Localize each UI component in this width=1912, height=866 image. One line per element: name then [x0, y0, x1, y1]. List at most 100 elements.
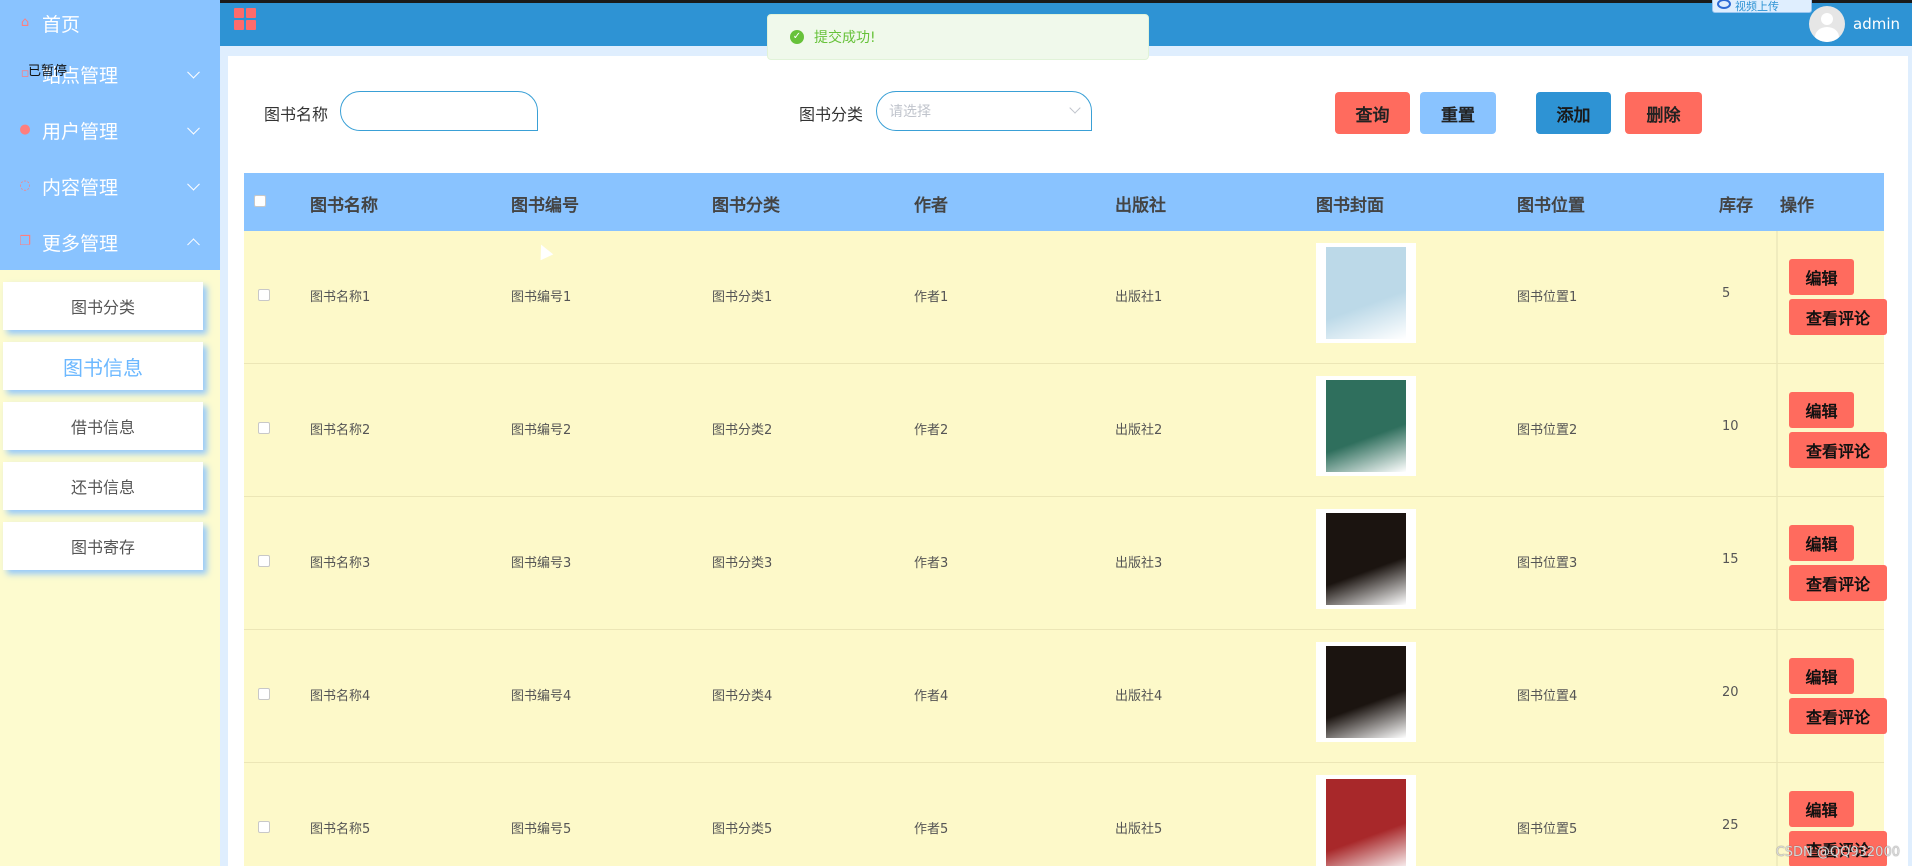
- home-icon: ⌂: [20, 15, 30, 30]
- sidebar-item-label: 首页: [42, 13, 81, 36]
- submenu-item-book-storage[interactable]: 图书寄存: [3, 522, 203, 570]
- book-cover-image: [1316, 642, 1416, 742]
- menu-grid-icon[interactable]: [234, 8, 256, 30]
- cell-location: 图书位置4: [1517, 689, 1578, 704]
- table-body: 图书名称1 图书编号1 图书分类1 作者1 出版社1 图书位置1 5 编辑 查看评论 图书名称2 图…: [244, 231, 1887, 866]
- cell-stock: 5: [1722, 286, 1731, 301]
- reset-button[interactable]: 重置: [1420, 92, 1496, 134]
- main-content: 图书名称 图书分类 请选择 查询 重置 添加 删除 图书名称 图书编号 图书分类…: [220, 46, 1912, 866]
- edit-button[interactable]: 编辑: [1789, 525, 1854, 561]
- cell-location: 图书位置1: [1517, 290, 1578, 305]
- cell-author: 作者4: [914, 689, 949, 704]
- copy-icon: ❐: [19, 234, 31, 249]
- book-cover-image: [1316, 509, 1416, 609]
- cell-publisher: 出版社3: [1115, 556, 1163, 571]
- table-header: 图书名称 图书编号 图书分类 作者 出版社 图书封面 图书位置 库存 操作: [244, 173, 1884, 231]
- upload-icon: [1717, 0, 1731, 9]
- cell-book-code: 图书编号1: [511, 290, 572, 305]
- cell-stock: 25: [1722, 818, 1739, 833]
- select-all-checkbox[interactable]: [254, 195, 266, 207]
- book-cover-image: [1316, 376, 1416, 476]
- username: admin: [1853, 15, 1900, 33]
- column-header: 图书位置: [1517, 196, 1585, 216]
- table-row: 图书名称2 图书编号2 图书分类2 作者2 出版社2 图书位置2 10 编辑 查看评论: [244, 364, 1887, 497]
- cell-book-name: 图书名称4: [310, 689, 371, 704]
- cell-stock: 15: [1722, 552, 1739, 567]
- cell-publisher: 出版社4: [1115, 689, 1163, 704]
- cell-book-category: 图书分类1: [712, 290, 773, 305]
- book-cover-art: [1326, 247, 1406, 339]
- query-button[interactable]: 查询: [1335, 92, 1410, 134]
- column-header: 操作: [1780, 196, 1814, 216]
- view-reviews-button[interactable]: 查看评论: [1789, 432, 1887, 468]
- book-cover-art: [1326, 779, 1406, 866]
- cell-book-code: 图书编号3: [511, 556, 572, 571]
- view-reviews-button[interactable]: 查看评论: [1789, 565, 1887, 601]
- user-icon: ●: [19, 122, 31, 137]
- edit-button[interactable]: 编辑: [1789, 658, 1854, 694]
- edit-button[interactable]: 编辑: [1789, 392, 1854, 428]
- submenu-item-return-info[interactable]: 还书信息: [3, 462, 203, 510]
- cell-location: 图书位置5: [1517, 822, 1578, 837]
- cell-book-category: 图书分类3: [712, 556, 773, 571]
- column-header: 图书编号: [511, 196, 579, 216]
- success-toast: ✓ 提交成功!: [767, 14, 1149, 60]
- sidebar-menu: ⌂ 首页 ▫ 站点管理 ● 用户管理 ◌ 内容管理 ❐ 更多管理: [0, 0, 220, 270]
- submenu-item-book-category[interactable]: 图书分类: [3, 282, 203, 330]
- view-reviews-button[interactable]: 查看评论: [1789, 698, 1887, 734]
- table-row: 图书名称3 图书编号3 图书分类3 作者3 出版社3 图书位置3 15 编辑 查看评论: [244, 497, 1887, 630]
- row-checkbox[interactable]: [258, 289, 270, 301]
- view-reviews-button[interactable]: 查看评论: [1789, 299, 1887, 335]
- submenu-item-book-info[interactable]: 图书信息: [3, 342, 203, 390]
- chevron-down-icon: [187, 121, 200, 135]
- cell-author: 作者2: [914, 423, 949, 438]
- cell-publisher: 出版社1: [1115, 290, 1163, 305]
- sidebar-item-label: 更多管理: [42, 232, 119, 255]
- column-header: 出版社: [1115, 196, 1166, 216]
- book-category-select[interactable]: 请选择: [876, 91, 1092, 131]
- cell-book-code: 图书编号4: [511, 689, 572, 704]
- sidebar-item-more[interactable]: ❐ 更多管理: [0, 214, 220, 270]
- book-cover-art: [1326, 380, 1406, 472]
- cell-author: 作者5: [914, 822, 949, 837]
- chevron-down-icon: [1069, 102, 1081, 114]
- column-header: 图书名称: [310, 196, 378, 216]
- cell-publisher: 出版社2: [1115, 423, 1163, 438]
- books-table: 图书名称 图书编号 图书分类 作者 出版社 图书封面 图书位置 库存 操作 图书…: [244, 173, 1887, 866]
- user-menu[interactable]: admin: [1809, 6, 1900, 42]
- column-divider: [1776, 497, 1778, 629]
- book-name-input[interactable]: [340, 91, 538, 131]
- row-checkbox[interactable]: [258, 555, 270, 567]
- delete-button[interactable]: 删除: [1625, 92, 1702, 134]
- search-bar: 图书名称 图书分类 请选择 查询 重置 添加 删除: [228, 56, 1908, 166]
- sidebar: ⌂ 首页 ▫ 站点管理 ● 用户管理 ◌ 内容管理 ❐ 更多管理 已暂停 图书分…: [0, 0, 220, 866]
- cell-author: 作者1: [914, 290, 949, 305]
- edit-button[interactable]: 编辑: [1789, 259, 1854, 295]
- sidebar-item-home[interactable]: ⌂ 首页: [0, 0, 220, 46]
- content-panel: 图书名称 图书分类 请选择 查询 重置 添加 删除 图书名称 图书编号 图书分类…: [228, 56, 1908, 866]
- submenu-item-borrow-info[interactable]: 借书信息: [3, 402, 203, 450]
- cell-book-name: 图书名称2: [310, 423, 371, 438]
- cell-location: 图书位置3: [1517, 556, 1578, 571]
- table-row: 图书名称1 图书编号1 图书分类1 作者1 出版社1 图书位置1 5 编辑 查看评论: [244, 231, 1887, 364]
- cell-book-name: 图书名称5: [310, 822, 371, 837]
- row-checkbox[interactable]: [258, 821, 270, 833]
- table-row: 图书名称5 图书编号5 图书分类5 作者5 出版社5 图书位置5 25 编辑 查看评论: [244, 763, 1887, 866]
- row-checkbox[interactable]: [258, 422, 270, 434]
- column-header: 图书封面: [1316, 196, 1384, 216]
- check-circle-icon: ✓: [790, 30, 804, 44]
- book-category-label: 图书分类: [799, 105, 864, 124]
- watermark: CSDN @QQ932000: [1775, 845, 1900, 860]
- upload-chip[interactable]: 视频上传: [1712, 0, 1812, 13]
- toast-message: 提交成功!: [814, 30, 876, 46]
- add-button[interactable]: 添加: [1536, 92, 1611, 134]
- cell-book-code: 图书编号2: [511, 423, 572, 438]
- sidebar-item-users[interactable]: ● 用户管理: [0, 102, 220, 158]
- edit-button[interactable]: 编辑: [1789, 791, 1854, 827]
- table-row: 图书名称4 图书编号4 图书分类4 作者4 出版社4 图书位置4 20 编辑 查看评论: [244, 630, 1887, 763]
- chat-icon: ◌: [19, 178, 31, 193]
- cell-book-category: 图书分类4: [712, 689, 773, 704]
- row-checkbox[interactable]: [258, 688, 270, 700]
- sidebar-item-content[interactable]: ◌ 内容管理: [0, 158, 220, 214]
- column-divider: [1776, 364, 1778, 496]
